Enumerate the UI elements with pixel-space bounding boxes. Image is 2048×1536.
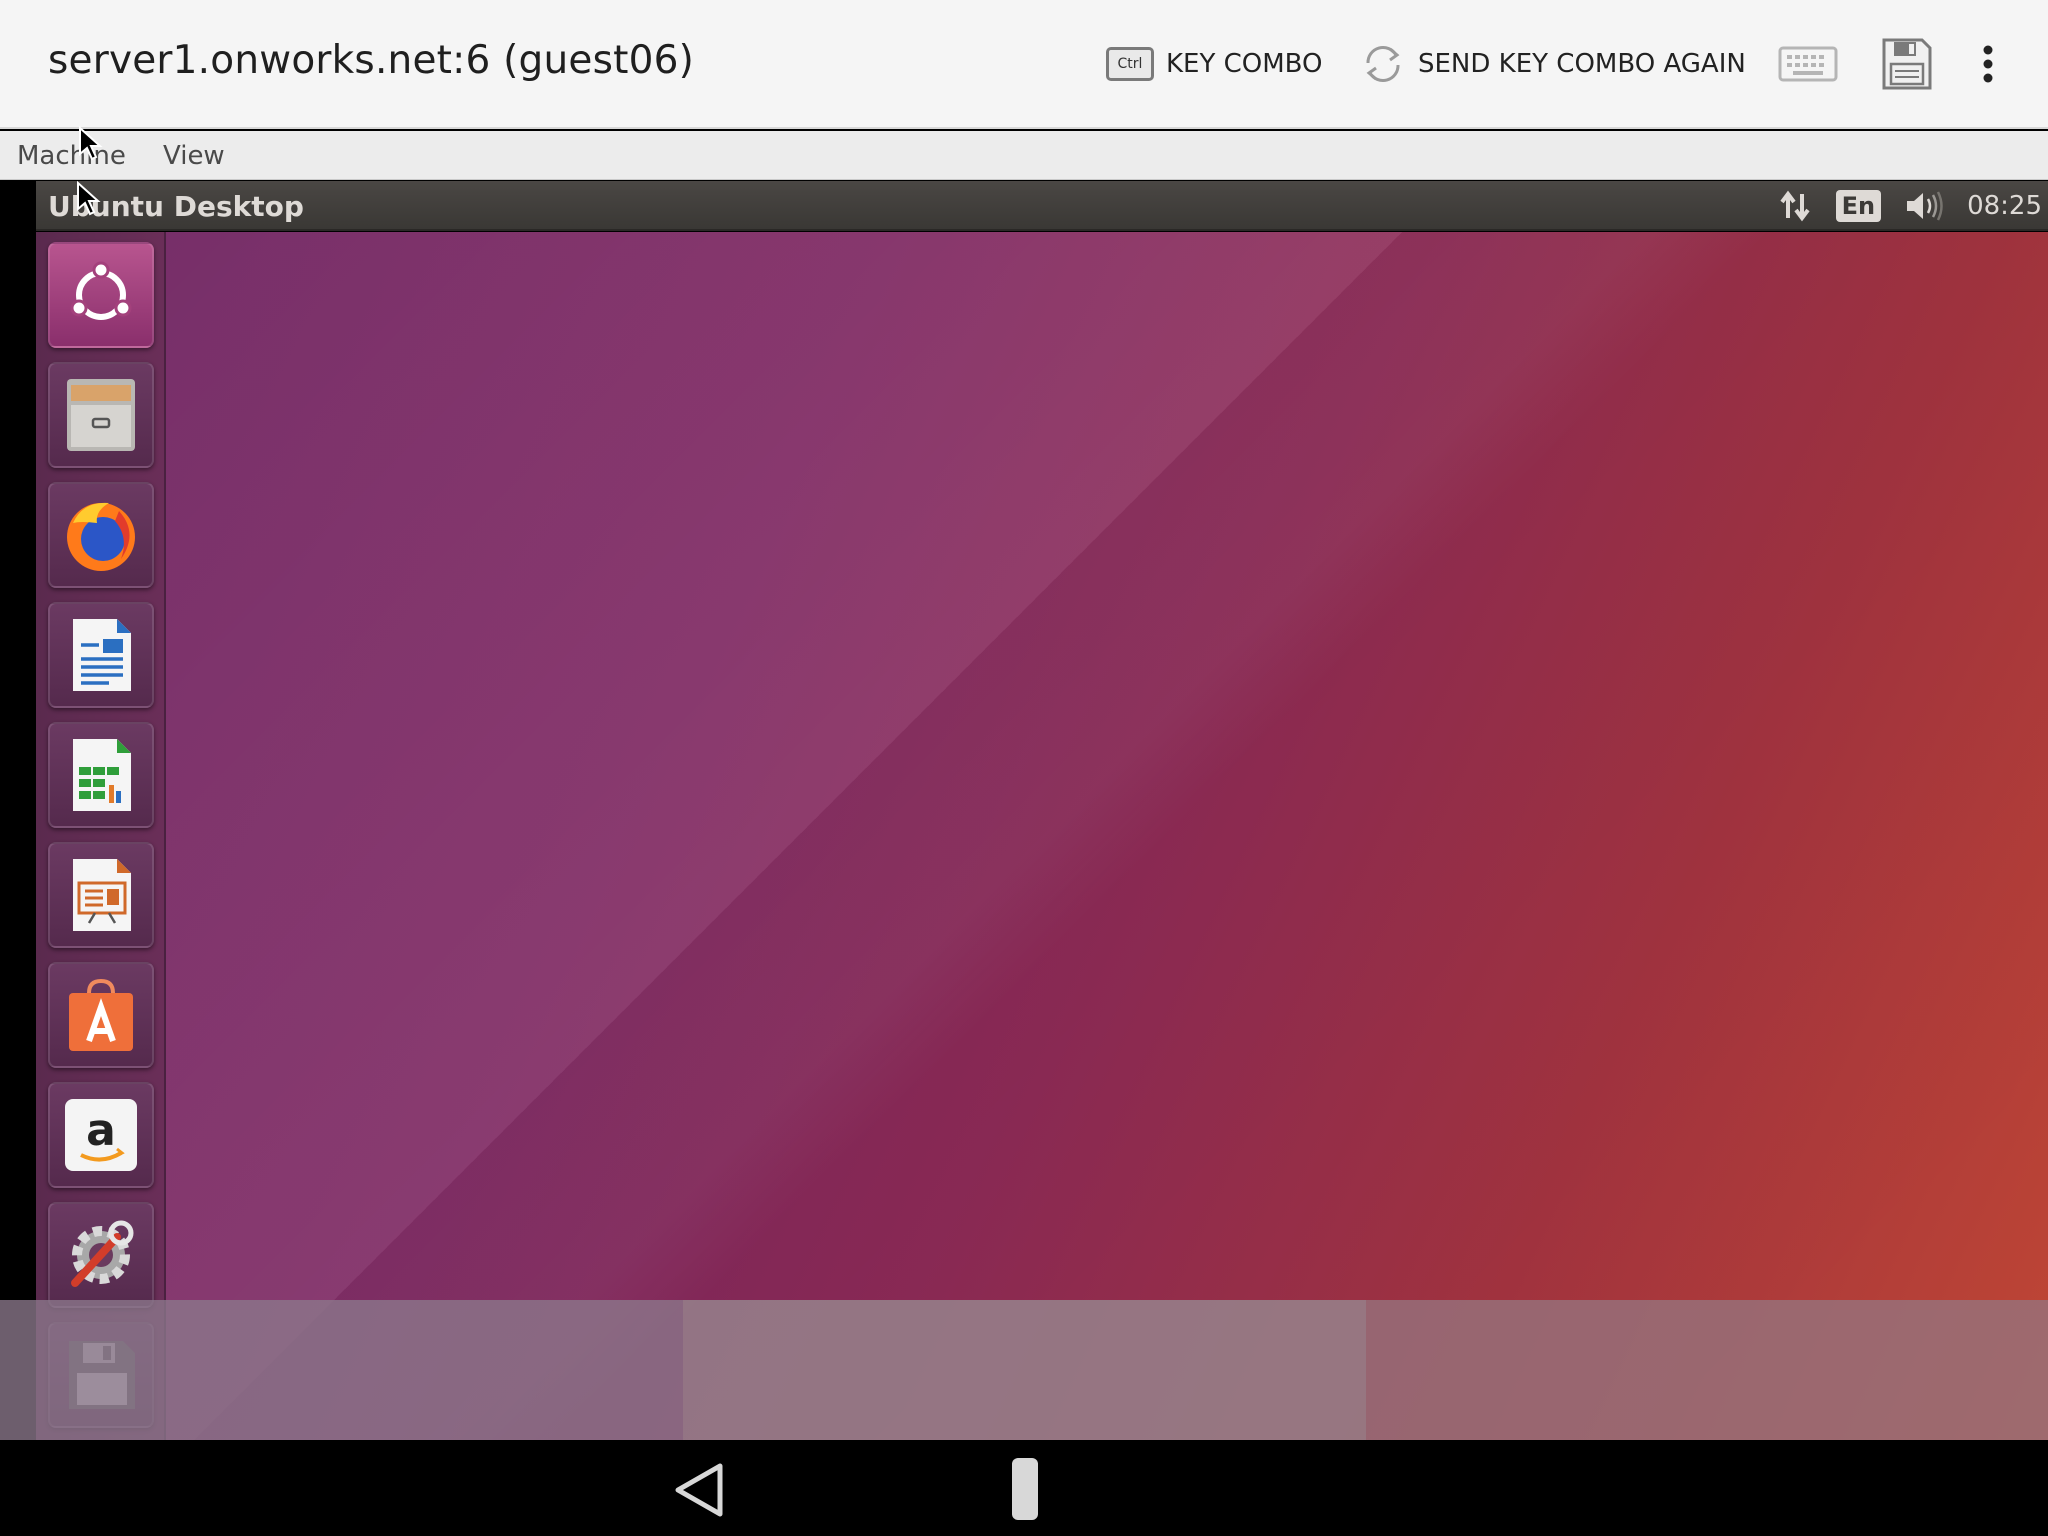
system-settings-icon xyxy=(71,1220,134,1287)
refresh-icon xyxy=(1366,45,1400,83)
remote-left-border xyxy=(0,181,36,1440)
bottom-overlay-bar[interactable] xyxy=(0,1300,2048,1440)
key-combo-label: KEY COMBO xyxy=(1166,49,1323,79)
wallpaper-facet xyxy=(166,232,2048,1440)
volume-icon[interactable] xyxy=(1903,188,1945,224)
firefox-icon xyxy=(67,502,135,571)
files-icon xyxy=(67,379,135,451)
ubuntu-dash-icon xyxy=(70,261,132,320)
launcher-item-calc[interactable] xyxy=(48,722,154,828)
floppy-disk-icon[interactable] xyxy=(1876,36,1936,92)
launcher-item-amazon[interactable]: a xyxy=(48,1082,154,1188)
overlay-segment-middle[interactable] xyxy=(683,1300,1366,1440)
nav-home-icon[interactable] xyxy=(1012,1458,1038,1520)
key-combo-button[interactable]: Ctrl KEY COMBO xyxy=(1106,40,1323,88)
libreoffice-writer-icon xyxy=(73,619,131,691)
ctrl-key-icon: Ctrl xyxy=(1106,47,1154,81)
android-navigation-bar xyxy=(0,1440,2048,1536)
nav-back-icon[interactable] xyxy=(668,1458,732,1522)
remote-desktop-view[interactable]: Ubuntu Desktop En 08:25 a xyxy=(0,181,2048,1440)
clock[interactable]: 08:25 xyxy=(1967,191,2042,221)
vnc-app-bar: server1.onworks.net:6 (guest06) Ctrl KEY… xyxy=(0,0,2048,129)
launcher-item-settings[interactable] xyxy=(48,1202,154,1308)
more-vert-icon[interactable] xyxy=(1958,36,2018,92)
menu-view[interactable]: View xyxy=(163,141,225,171)
svg-text:a: a xyxy=(86,1105,116,1156)
connection-title: server1.onworks.net:6 (guest06) xyxy=(48,38,695,83)
launcher-item-dash[interactable] xyxy=(48,242,154,348)
amazon-icon: a xyxy=(65,1099,137,1171)
overlay-segment-left[interactable] xyxy=(0,1300,683,1440)
unity-launcher: a xyxy=(36,232,166,1440)
keyboard-icon[interactable] xyxy=(1778,36,1838,92)
keyboard-language-indicator[interactable]: En xyxy=(1835,190,1882,222)
panel-indicators: En 08:25 xyxy=(1756,181,2048,231)
launcher-item-writer[interactable] xyxy=(48,602,154,708)
send-key-combo-again-label: SEND KEY COMBO AGAIN xyxy=(1418,49,1746,79)
desktop-wallpaper[interactable] xyxy=(166,232,2048,1440)
software-center-icon xyxy=(69,978,133,1051)
launcher-item-impress[interactable] xyxy=(48,842,154,948)
panel-title: Ubuntu Desktop xyxy=(48,190,304,223)
menu-machine[interactable]: Machine xyxy=(17,141,126,171)
send-key-combo-again-button[interactable]: SEND KEY COMBO AGAIN xyxy=(1360,40,1746,88)
launcher-item-firefox[interactable] xyxy=(48,482,154,588)
libreoffice-impress-icon xyxy=(73,859,131,931)
launcher-item-software[interactable] xyxy=(48,962,154,1068)
ubuntu-top-panel: Ubuntu Desktop En 08:25 xyxy=(36,181,2048,231)
overlay-segment-right[interactable] xyxy=(1366,1300,2048,1440)
network-updown-icon[interactable] xyxy=(1778,188,1814,224)
launcher-item-files[interactable] xyxy=(48,362,154,468)
menu-bar: Machine View xyxy=(0,131,2048,180)
libreoffice-calc-icon xyxy=(73,739,131,811)
